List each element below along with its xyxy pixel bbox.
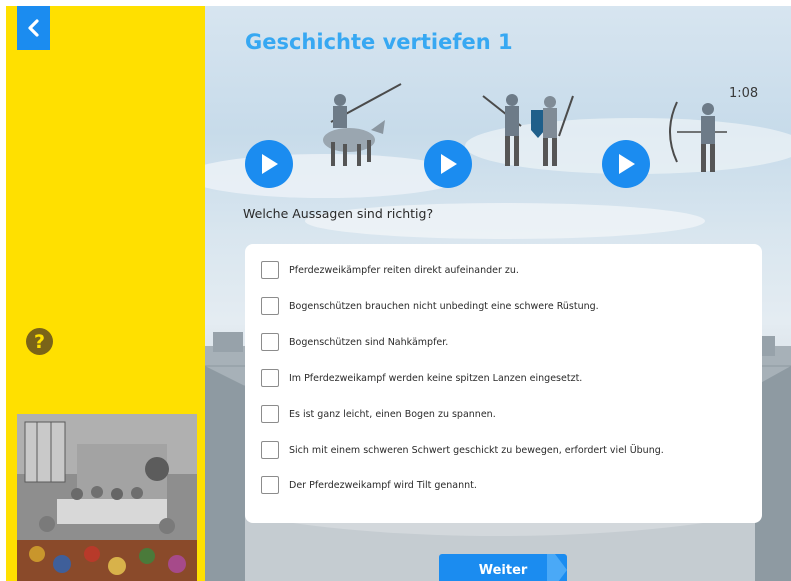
sidebar: ? [6, 6, 205, 581]
answer-label: Der Pferdezweikampf wird Tilt genannt. [289, 479, 477, 491]
lesson-thumbnail[interactable] [17, 414, 197, 581]
question-text: Welche Aussagen sind richtig? [243, 206, 434, 221]
answer-option[interactable]: Im Pferdezweikampf werden keine spitzen … [261, 368, 582, 388]
chevron-left-icon [27, 19, 39, 37]
next-button-label: Weiter [478, 562, 528, 578]
answer-checkbox[interactable] [261, 297, 279, 315]
play-button-video-2[interactable] [424, 140, 472, 188]
arrow-notch-icon [547, 554, 567, 581]
answer-checkbox[interactable] [261, 261, 279, 279]
page-title: Geschichte vertiefen 1 [245, 30, 513, 54]
answer-option[interactable]: Der Pferdezweikampf wird Tilt genannt. [261, 475, 477, 495]
help-button[interactable]: ? [26, 328, 53, 355]
answer-option[interactable]: Bogenschützen brauchen nicht unbedingt e… [261, 296, 599, 316]
mounted-knight-illustration [323, 83, 402, 166]
answer-label: Es ist ganz leicht, einen Bogen zu spann… [289, 408, 496, 420]
answer-option[interactable]: Sich mit einem schweren Schwert geschick… [261, 440, 664, 460]
castle-hall-illustration [17, 414, 197, 581]
lesson-scene: Geschichte vertiefen 1 1:08 Welche Aussa… [205, 6, 791, 581]
archer-illustration [669, 101, 727, 172]
play-icon [619, 154, 635, 174]
sword-fighters-illustration [482, 94, 574, 166]
next-button[interactable]: Weiter [439, 554, 567, 581]
answer-checkbox[interactable] [261, 333, 279, 351]
answer-panel: Pferdezweikämpfer reiten direkt aufeinan… [245, 244, 762, 523]
answer-label: Pferdezweikämpfer reiten direkt aufeinan… [289, 264, 519, 276]
play-button-video-3[interactable] [602, 140, 650, 188]
answer-label: Im Pferdezweikampf werden keine spitzen … [289, 372, 583, 384]
answer-label: Sich mit einem schweren Schwert geschick… [289, 444, 664, 456]
play-icon [441, 154, 457, 174]
answer-checkbox[interactable] [261, 476, 279, 494]
play-button-video-1[interactable] [245, 140, 293, 188]
question-mark-icon: ? [33, 330, 46, 353]
answer-option[interactable]: Es ist ganz leicht, einen Bogen zu spann… [261, 404, 496, 424]
answer-option[interactable]: Bogenschützen sind Nahkämpfer. [261, 332, 448, 352]
answer-checkbox[interactable] [261, 441, 279, 459]
answer-label: Bogenschützen sind Nahkämpfer. [289, 336, 449, 348]
play-icon [262, 154, 278, 174]
answer-label: Bogenschützen brauchen nicht unbedingt e… [289, 300, 599, 312]
answer-checkbox[interactable] [261, 369, 279, 387]
answer-checkbox[interactable] [261, 405, 279, 423]
answer-option[interactable]: Pferdezweikämpfer reiten direkt aufeinan… [261, 260, 519, 280]
back-button[interactable] [17, 6, 50, 50]
